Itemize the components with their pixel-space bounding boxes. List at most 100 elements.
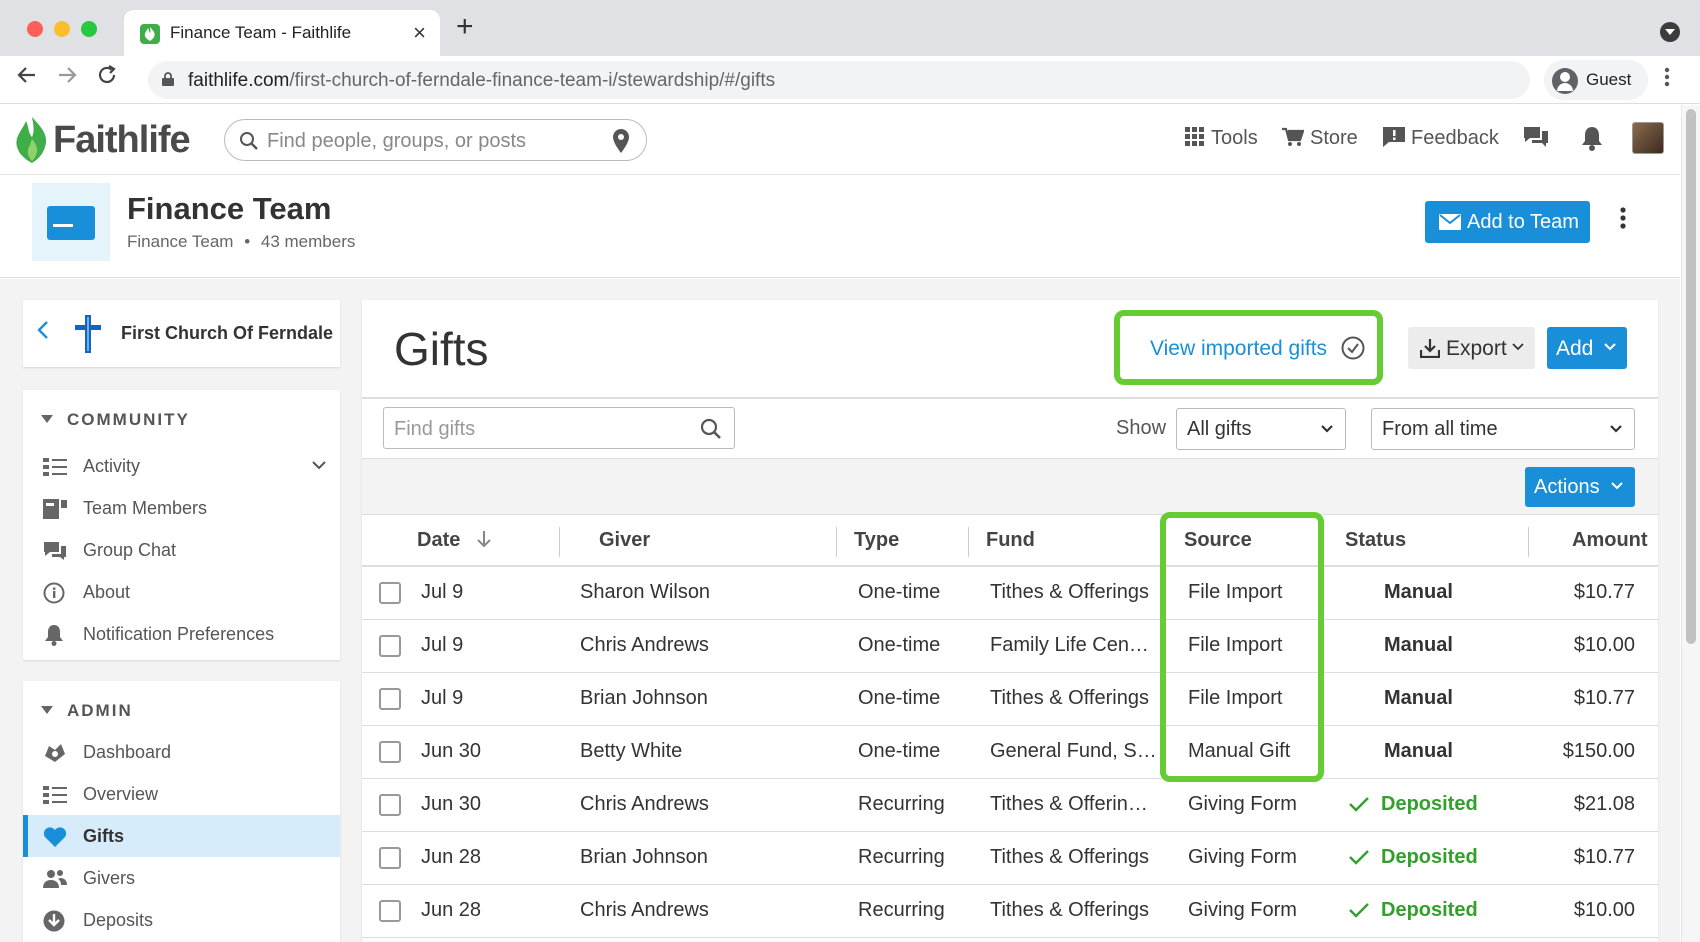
table-row[interactable]: Jul 9 Brian Johnson One-time Tithes & Of… <box>362 673 1658 726</box>
url-text: faithlife.com/first-church-of-ferndale-f… <box>188 70 776 91</box>
row-checkbox[interactable] <box>379 794 401 816</box>
user-avatar[interactable] <box>1632 122 1664 154</box>
find-gifts-input[interactable] <box>394 416 684 442</box>
reload-icon[interactable] <box>92 64 122 94</box>
faithlife-logo[interactable]: Faithlife <box>15 113 195 167</box>
row-checkbox[interactable] <box>379 635 401 657</box>
community-section-title[interactable]: COMMUNITY <box>41 410 190 430</box>
row-checkbox[interactable] <box>379 582 401 604</box>
admin-section-title[interactable]: ADMIN <box>41 701 133 721</box>
column-header-amount[interactable]: Amount <box>1572 529 1648 552</box>
column-header-type[interactable]: Type <box>854 529 899 552</box>
group-member-count[interactable]: 43 members <box>261 232 355 251</box>
browser-menu-icon[interactable] <box>1664 66 1670 94</box>
table-row[interactable]: Jun 30 Chris Andrews Recurring Tithes & … <box>362 779 1658 832</box>
sidebar-item-activity[interactable]: Activity <box>23 445 340 487</box>
browser-tab[interactable]: Finance Team - Faithlife × <box>124 10 440 56</box>
sidebar-item-label: Activity <box>83 456 141 476</box>
column-header-date[interactable]: Date <box>417 529 492 552</box>
window-minimize-button[interactable] <box>54 21 70 37</box>
group-name[interactable]: Finance Team <box>127 191 331 227</box>
sidebar-item-dashboard[interactable]: Dashboard <box>23 731 340 773</box>
church-card[interactable]: First Church Of Ferndale <box>23 300 340 367</box>
notifications-bell-icon[interactable] <box>1580 125 1604 156</box>
view-imported-gifts-link[interactable]: View imported gifts <box>1150 336 1365 361</box>
column-header-source[interactable]: Source <box>1184 529 1252 552</box>
row-checkbox[interactable] <box>379 688 401 710</box>
back-chevron-icon[interactable] <box>37 320 49 346</box>
new-tab-button[interactable]: + <box>456 12 474 42</box>
column-header-status[interactable]: Status <box>1345 529 1406 552</box>
cell-fund: Tithes & Offerings <box>990 899 1149 921</box>
sidebar-item-group-chat[interactable]: Group Chat <box>23 529 340 571</box>
add-label: Add <box>1556 337 1594 360</box>
cell-giver[interactable]: Chris Andrews <box>580 899 709 922</box>
sidebar-item-about[interactable]: About <box>23 571 340 613</box>
row-checkbox[interactable] <box>379 900 401 922</box>
site-search-input[interactable] <box>267 128 597 154</box>
scrollbar-thumb[interactable] <box>1686 109 1696 644</box>
sidebar-item-overview[interactable]: Overview <box>23 773 340 815</box>
sidebar-item-gifts[interactable]: Gifts <box>23 815 340 857</box>
group-more-icon[interactable] <box>1620 206 1626 235</box>
sidebar-item-givers[interactable]: Givers <box>23 857 340 899</box>
table-row[interactable]: Jul 9 Chris Andrews One-time Family Life… <box>362 620 1658 673</box>
find-gifts-search[interactable] <box>383 407 735 449</box>
time-range-select[interactable]: From all time <box>1371 408 1635 450</box>
forward-icon[interactable] <box>52 64 82 94</box>
cell-giver[interactable]: Chris Andrews <box>580 793 709 816</box>
divider <box>362 397 1658 399</box>
window-close-button[interactable] <box>27 21 43 37</box>
checkmark-icon <box>1349 850 1369 865</box>
table-row[interactable]: Jun 28 Brian Johnson Recurring Tithes & … <box>362 832 1658 885</box>
column-header-giver[interactable]: Giver <box>599 529 650 552</box>
export-button[interactable]: Export <box>1408 327 1535 369</box>
table-row[interactable]: Jul 9 Sharon Wilson One-time Tithes & Of… <box>362 567 1658 620</box>
messages-icon[interactable] <box>1522 125 1550 156</box>
table-header: Date Giver Type Fund Source Status Amoun… <box>362 515 1658 567</box>
sidebar-item-deposits[interactable]: Deposits <box>23 899 340 941</box>
cell-giver[interactable]: Betty White <box>580 740 682 763</box>
feedback-label: Feedback <box>1411 127 1499 149</box>
cell-giver[interactable]: Chris Andrews <box>580 634 709 657</box>
cell-giver[interactable]: Sharon Wilson <box>580 581 710 604</box>
add-gift-button[interactable]: Add <box>1547 327 1627 369</box>
window-zoom-button[interactable] <box>81 21 97 37</box>
location-pin-icon[interactable] <box>612 129 630 153</box>
row-checkbox[interactable] <box>379 741 401 763</box>
cell-giver[interactable]: Brian Johnson <box>580 846 708 869</box>
column-divider <box>968 527 969 557</box>
address-bar[interactable]: faithlife.com/first-church-of-ferndale-f… <box>148 61 1530 99</box>
profile-button[interactable]: Guest <box>1544 60 1648 100</box>
chevron-down-icon <box>1611 477 1623 493</box>
column-header-fund[interactable]: Fund <box>986 529 1035 552</box>
cell-date: Jun 28 <box>421 846 482 868</box>
search-icon[interactable] <box>700 418 722 440</box>
feedback-link[interactable]: Feedback <box>1383 127 1499 150</box>
sort-down-arrow-icon <box>477 531 491 548</box>
tools-link[interactable]: Tools <box>1185 127 1258 150</box>
site-search[interactable] <box>224 119 647 161</box>
checkmark-icon <box>1349 797 1369 812</box>
sidebar-item-label: Deposits <box>83 910 154 930</box>
cell-giver[interactable]: Brian Johnson <box>580 687 708 710</box>
row-checkbox[interactable] <box>379 847 401 869</box>
actions-button[interactable]: Actions <box>1525 467 1635 507</box>
page-scrollbar[interactable] <box>1681 105 1700 942</box>
time-range-value: From all time <box>1382 418 1498 440</box>
back-icon[interactable] <box>12 64 42 94</box>
sidebar-item-notification-preferences[interactable]: Notification Preferences <box>23 613 340 655</box>
cell-amount: $10.77 <box>1573 846 1635 868</box>
tab-search-icon[interactable] <box>1660 22 1680 42</box>
add-to-team-button[interactable]: Add to Team <box>1425 201 1590 243</box>
tab-close-icon[interactable]: × <box>413 20 426 46</box>
cell-fund: Family Life Cen… <box>990 634 1149 656</box>
cell-source: Giving Form <box>1188 793 1297 815</box>
store-link[interactable]: Store <box>1282 127 1358 150</box>
sidebar-item-team-members[interactable]: Team Members <box>23 487 340 529</box>
cell-amount: $10.77 <box>1573 687 1635 709</box>
table-row[interactable]: Jun 30 Betty White One-time General Fund… <box>362 726 1658 779</box>
chevron-down-icon[interactable] <box>312 454 326 475</box>
table-row[interactable]: Jun 28 Chris Andrews Recurring Tithes & … <box>362 885 1658 938</box>
gift-type-select[interactable]: All gifts <box>1176 408 1346 450</box>
